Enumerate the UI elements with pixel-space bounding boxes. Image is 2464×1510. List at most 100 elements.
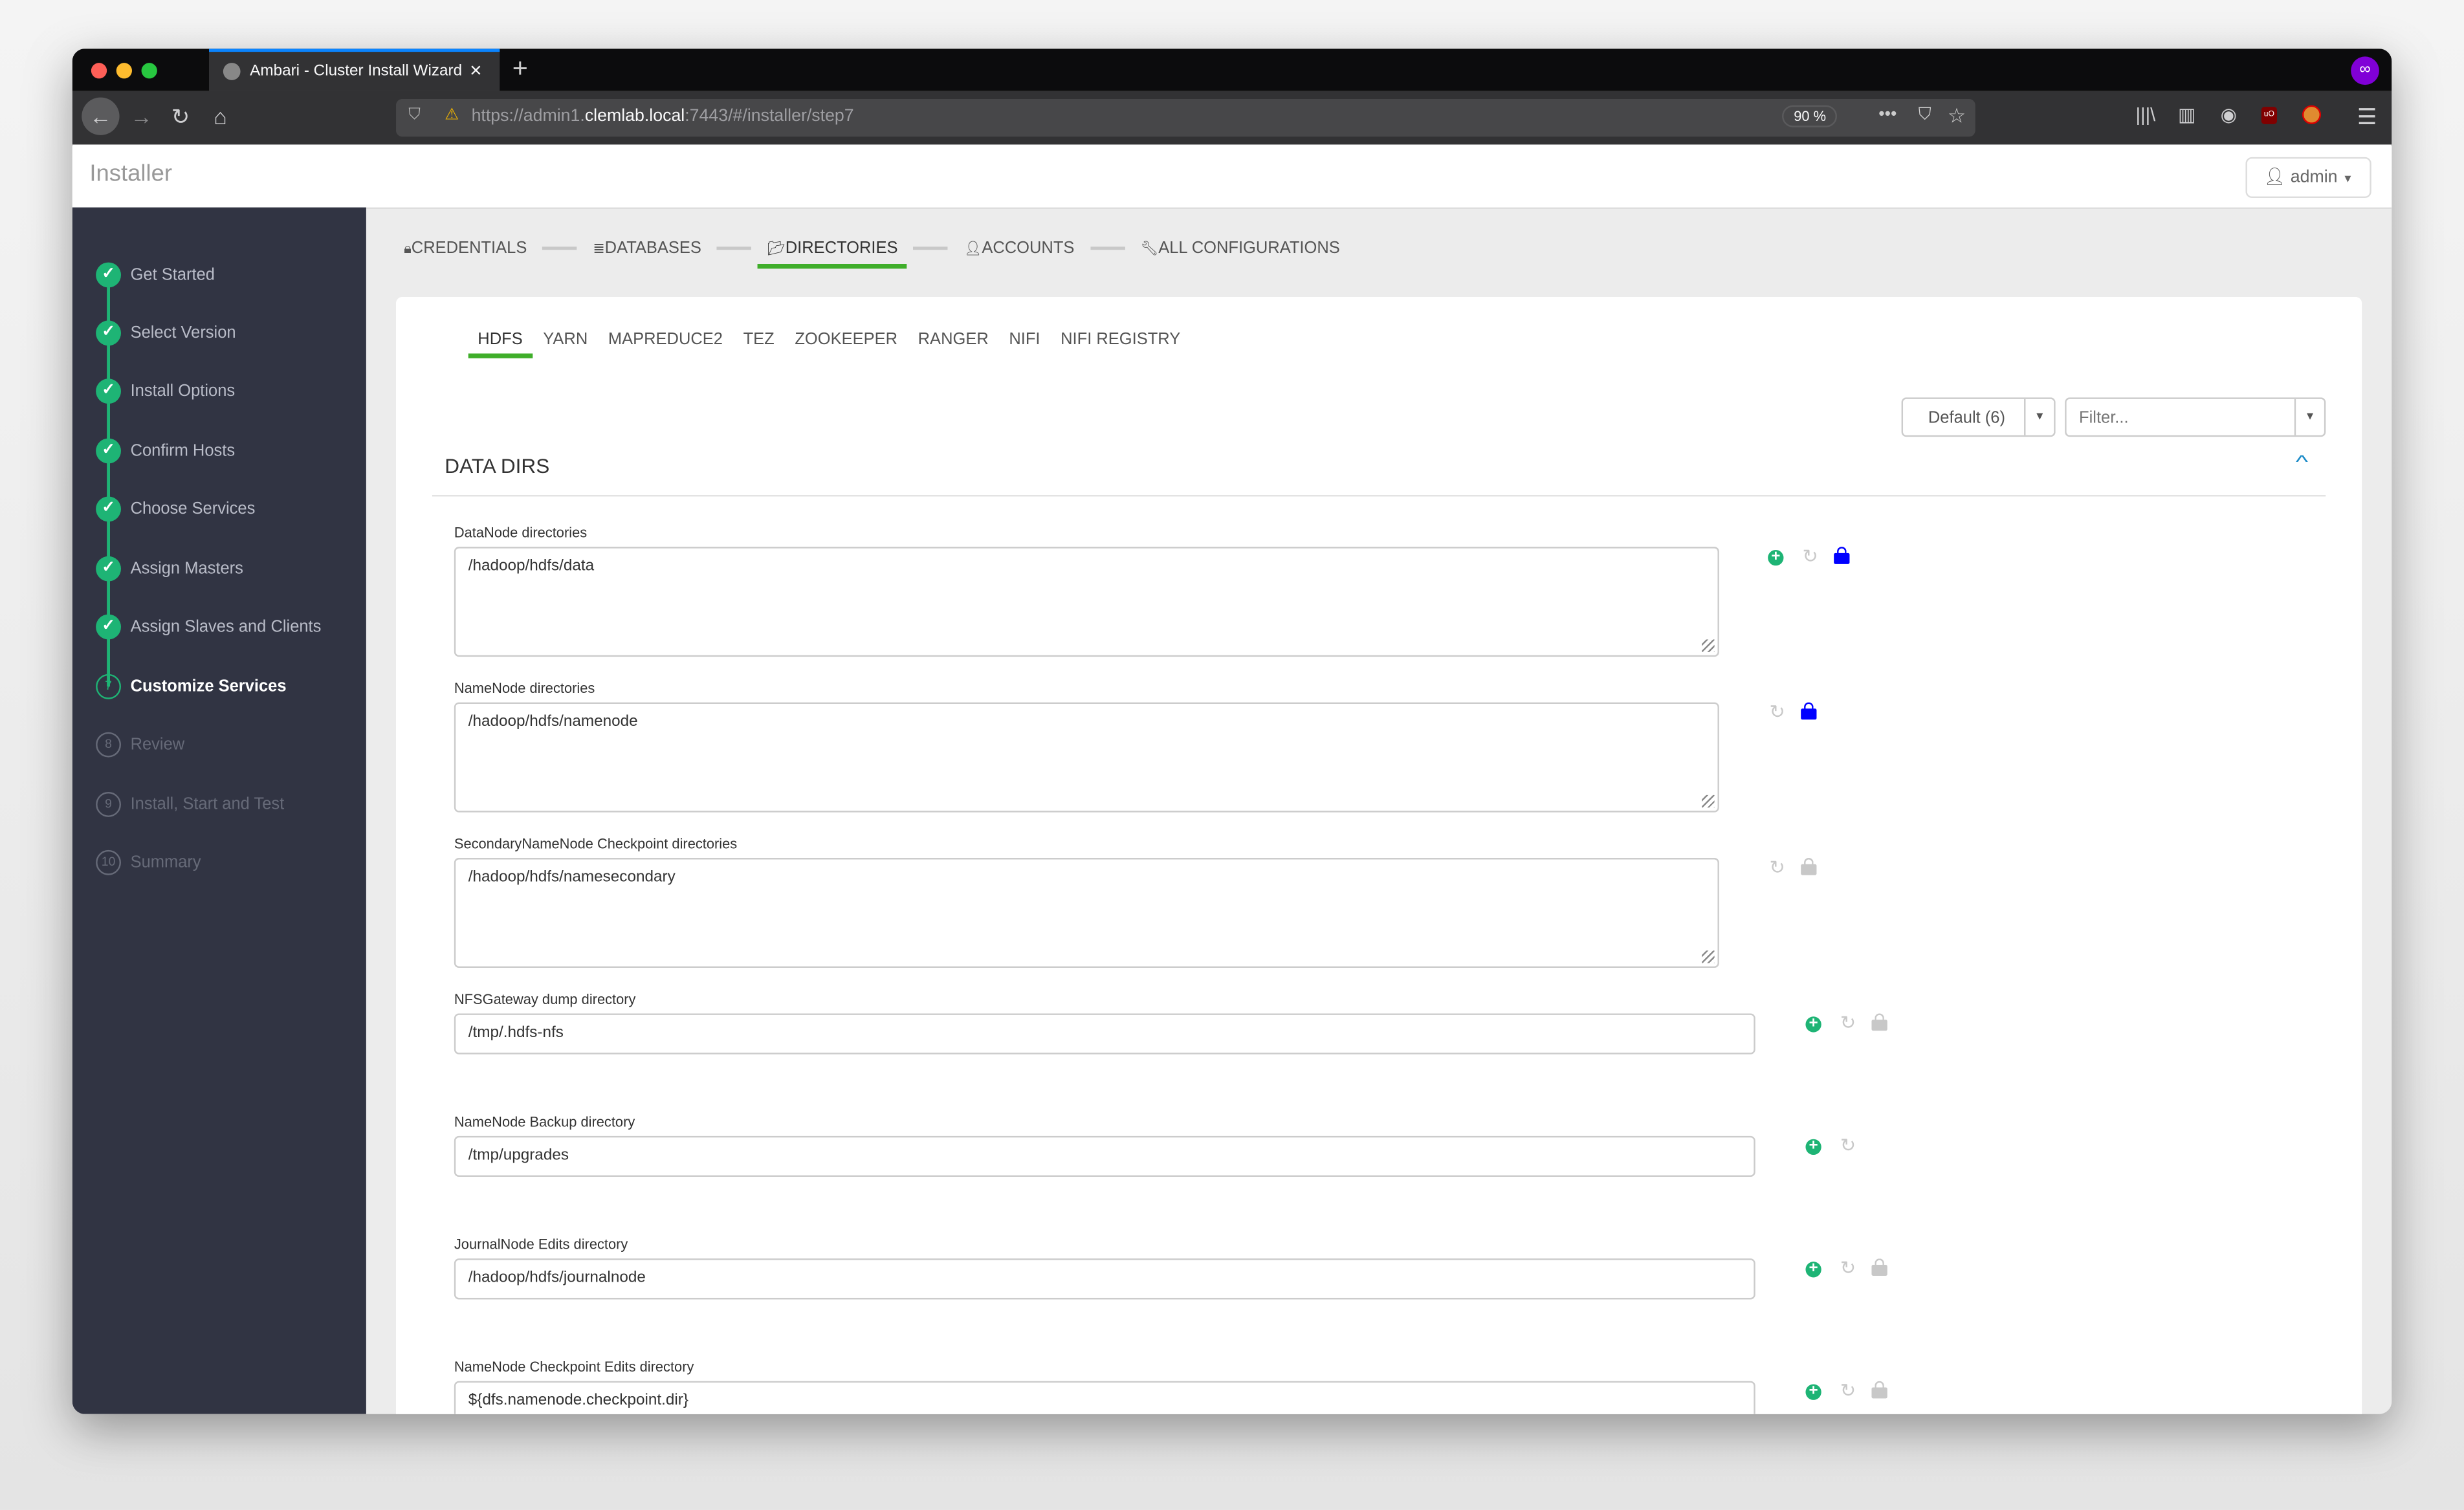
- wizard-tab-directories[interactable]: 📂︎DIRECTORIES: [758, 239, 908, 269]
- step-label: Assign Slaves and Clients: [130, 617, 322, 637]
- check-circle-icon: ✓: [96, 496, 122, 522]
- wizard-tab-label: CREDENTIALS: [411, 239, 527, 258]
- field-value: /hadoop/hdfs/namenode: [468, 713, 638, 731]
- divider: [432, 495, 2326, 497]
- reload-button[interactable]: ↻: [171, 104, 190, 130]
- user-icon: 👤︎: [2263, 168, 2286, 188]
- step-label: Choose Services: [130, 499, 256, 519]
- field-label: NameNode directories: [454, 680, 595, 696]
- undo-icon[interactable]: ↻: [1768, 857, 1787, 879]
- directory-input[interactable]: /hadoop/hdfs/journalnode: [454, 1258, 1755, 1300]
- undo-icon[interactable]: ↻: [1838, 1257, 1857, 1279]
- wizard-tab-databases[interactable]: ≣DATABASES: [593, 239, 701, 257]
- collapse-chevron-up-icon[interactable]: ^: [2296, 451, 2308, 473]
- zoom-level[interactable]: 90 %: [1783, 105, 1838, 127]
- home-button[interactable]: ⌂: [214, 104, 227, 129]
- lock-icon[interactable]: [1801, 858, 1817, 875]
- directory-input[interactable]: ${dfs.namenode.checkpoint.dir}: [454, 1381, 1755, 1414]
- add-override-icon[interactable]: +: [1805, 1383, 1821, 1400]
- menu-icon[interactable]: ☰: [2357, 104, 2377, 130]
- service-tab-ranger[interactable]: RANGER: [918, 330, 989, 349]
- undo-icon[interactable]: ↻: [1838, 1134, 1857, 1156]
- insecure-lock-warning-icon[interactable]: ⚠: [445, 107, 459, 124]
- pocket-icon[interactable]: ⛉: [1919, 105, 1931, 126]
- field-label: DataNode directories: [454, 525, 588, 541]
- service-tab-mapreduce2[interactable]: MAPREDUCE2: [608, 330, 723, 349]
- close-window-button[interactable]: [91, 63, 107, 79]
- service-tab-yarn[interactable]: YARN: [543, 330, 588, 349]
- field-label: JournalNode Edits directory: [454, 1236, 628, 1253]
- forward-button[interactable]: →: [131, 104, 153, 129]
- add-override-icon[interactable]: +: [1805, 1261, 1821, 1278]
- caret-down-icon[interactable]: ▼: [2024, 399, 2054, 435]
- caret-down-icon[interactable]: ▼: [2294, 399, 2324, 435]
- directory-textarea[interactable]: /hadoop/hdfs/namenode: [454, 702, 1719, 813]
- config-group-dropdown[interactable]: Default (6) ▼: [1901, 397, 2056, 437]
- connector-line: [717, 246, 752, 250]
- new-tab-button[interactable]: +: [512, 54, 528, 85]
- check-circle-icon: ✓: [96, 262, 122, 288]
- service-tab-tez[interactable]: TEZ: [743, 330, 775, 349]
- bookmark-star-icon[interactable]: ☆: [1948, 104, 1966, 129]
- connector-line: [542, 246, 578, 250]
- wizard-tab-accounts[interactable]: 👤︎ACCOUNTS: [964, 239, 1075, 257]
- field-value: /tmp/.hdfs-nfs: [468, 1024, 564, 1042]
- ublock-origin-icon[interactable]: uO: [2261, 107, 2278, 124]
- extension-icon[interactable]: [2302, 105, 2322, 124]
- service-tab-zookeeper[interactable]: ZOOKEEPER: [795, 330, 897, 349]
- lock-icon[interactable]: [1871, 1381, 1887, 1399]
- wrench-icon: 🔧︎: [1140, 240, 1159, 256]
- check-circle-icon: ✓: [96, 614, 122, 640]
- wizard-tab-credentials[interactable]: 🔒︎CREDENTIALS: [404, 239, 527, 257]
- undo-icon[interactable]: ↻: [1838, 1012, 1857, 1034]
- user-icon: 👤︎: [963, 240, 982, 256]
- library-icon[interactable]: |||\: [2135, 104, 2155, 126]
- page-title: Installer: [89, 160, 173, 188]
- service-tab-nifi-registry[interactable]: NIFI REGISTRY: [1061, 330, 1180, 349]
- service-tab-nifi[interactable]: NIFI: [1009, 330, 1040, 349]
- minimize-window-button[interactable]: [116, 63, 133, 79]
- account-icon[interactable]: ◉: [2221, 104, 2237, 126]
- wizard-tab-label: DIRECTORIES: [785, 239, 898, 258]
- sidebar-toggle-icon[interactable]: ▥: [2178, 104, 2196, 126]
- field-value: /hadoop/hdfs/data: [468, 558, 595, 575]
- directory-input[interactable]: /tmp/.hdfs-nfs: [454, 1013, 1755, 1055]
- maximize-window-button[interactable]: [141, 63, 157, 79]
- tracking-shield-icon[interactable]: ⛉: [408, 107, 420, 124]
- step-label: Install, Start and Test: [130, 794, 285, 815]
- more-actions-icon[interactable]: •••: [1878, 105, 1897, 124]
- undo-icon[interactable]: ↻: [1801, 545, 1820, 567]
- step-label: Assign Masters: [130, 559, 243, 578]
- url-prefix: https://admin1.: [471, 107, 585, 126]
- folder-open-icon: 📂︎: [767, 240, 786, 256]
- browser-tab[interactable]: Ambari - Cluster Install Wizard ×: [209, 49, 500, 91]
- lock-icon[interactable]: [1871, 1258, 1887, 1276]
- user-menu-button[interactable]: 👤︎ admin ▼: [2245, 157, 2371, 199]
- filter-combobox[interactable]: ▼: [2065, 397, 2326, 437]
- url-text[interactable]: https://admin1.clemlab.local:7443/#/inst…: [472, 107, 854, 126]
- section-title: DATA DIRS: [445, 454, 550, 478]
- url-suffix: :7443/#/installer/step7: [685, 107, 854, 126]
- wizard-section-tabs: 🔒︎CREDENTIALS ≣DATABASES 📂︎DIRECTORIES 👤︎AC…: [404, 239, 1340, 269]
- lock-icon[interactable]: [1871, 1013, 1887, 1031]
- add-override-icon[interactable]: +: [1805, 1139, 1821, 1155]
- ambari-favicon-icon: [223, 63, 241, 80]
- browser-window: Ambari - Cluster Install Wizard × + ∞ ← …: [72, 49, 2392, 1414]
- connector-line: [913, 246, 949, 250]
- address-bar[interactable]: ⛉ ⚠ https://admin1.clemlab.local:7443/#/…: [396, 99, 1975, 137]
- lock-icon[interactable]: [1834, 547, 1850, 564]
- lock-icon[interactable]: [1801, 702, 1817, 720]
- undo-icon[interactable]: ↻: [1838, 1379, 1857, 1401]
- directory-textarea[interactable]: /hadoop/hdfs/data: [454, 547, 1719, 657]
- back-button[interactable]: ←: [82, 97, 120, 135]
- add-override-icon[interactable]: +: [1805, 1016, 1821, 1033]
- directory-input[interactable]: /tmp/upgrades: [454, 1135, 1755, 1177]
- wizard-tab-all-configurations[interactable]: 🔧︎ALL CONFIGURATIONS: [1140, 239, 1339, 257]
- wizard-tab-label: ALL CONFIGURATIONS: [1158, 239, 1340, 258]
- directory-textarea[interactable]: /hadoop/hdfs/namesecondary: [454, 858, 1719, 968]
- close-tab-icon[interactable]: ×: [470, 58, 481, 82]
- undo-icon[interactable]: ↻: [1768, 701, 1787, 723]
- filter-input[interactable]: [2066, 399, 2302, 435]
- service-tab-hdfs[interactable]: HDFS: [478, 330, 522, 349]
- add-override-icon[interactable]: +: [1768, 549, 1784, 566]
